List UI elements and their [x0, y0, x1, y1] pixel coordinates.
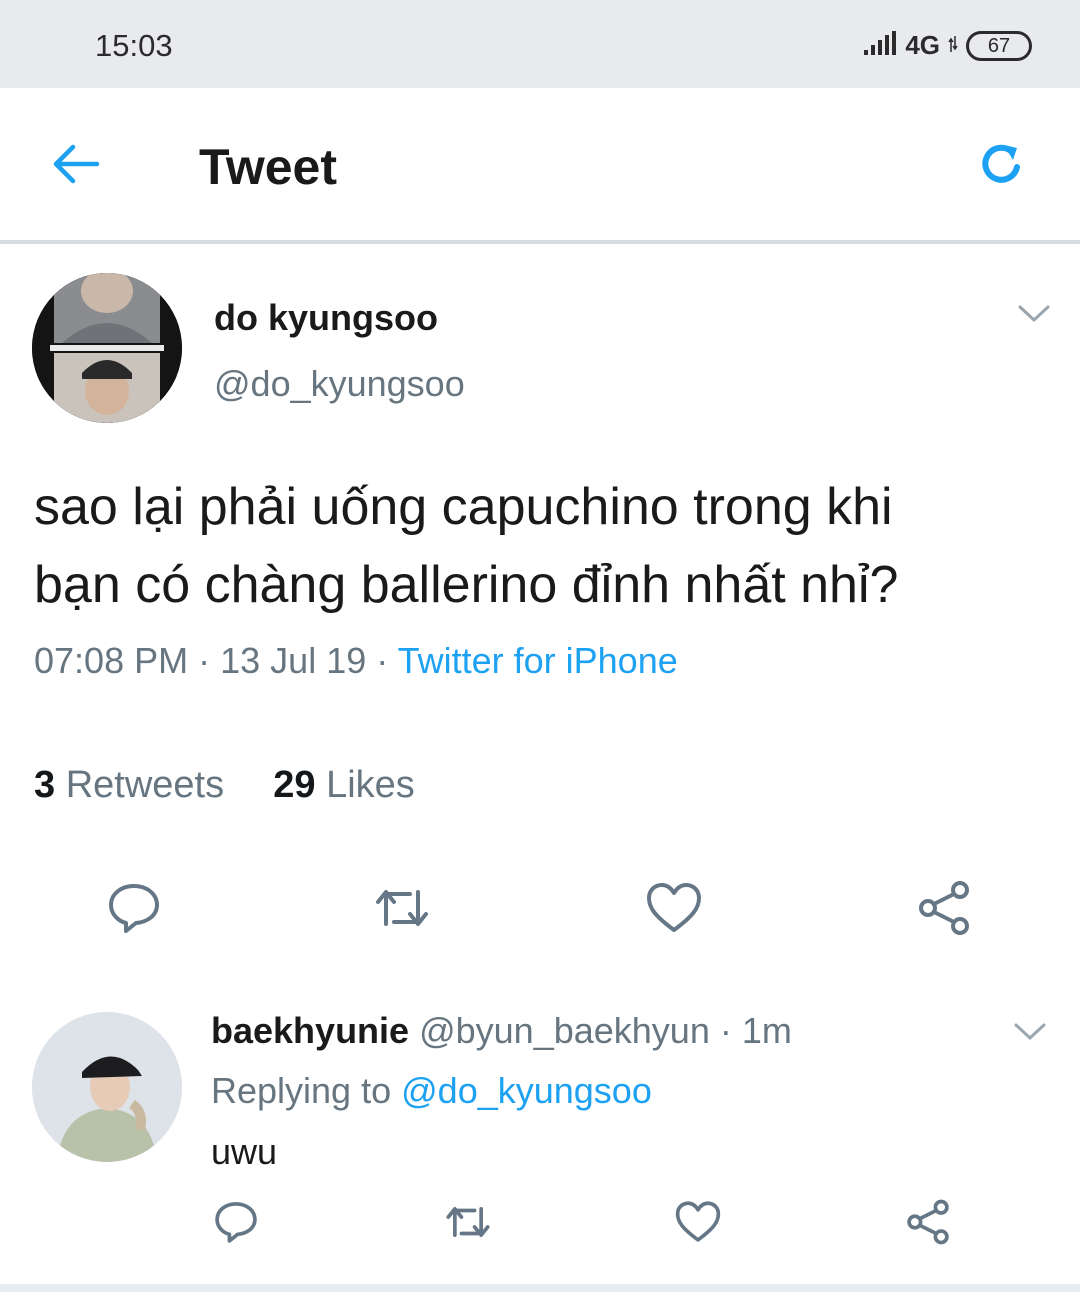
reply-menu-button[interactable] — [1008, 1016, 1052, 1052]
retweets-count: 3 — [34, 764, 56, 806]
likes-count: 29 — [273, 764, 316, 806]
like-button[interactable] — [642, 878, 706, 942]
chevron-down-icon — [1013, 1022, 1047, 1047]
replying-to-mention[interactable]: @do_kyungsoo — [401, 1070, 652, 1111]
refresh-button[interactable] — [970, 136, 1034, 196]
replying-prefix: Replying to — [211, 1070, 392, 1111]
reply-icon — [213, 1199, 259, 1250]
status-time: 15:03 — [95, 28, 173, 63]
reply-author-handle[interactable]: @byun_baekhyun — [419, 1010, 710, 1051]
reply-reply-button[interactable] — [210, 1198, 262, 1250]
reply-like-button[interactable] — [672, 1198, 724, 1250]
share-button[interactable] — [912, 878, 976, 942]
back-button[interactable] — [44, 136, 108, 196]
likes-stat[interactable]: 29 Likes — [273, 764, 415, 806]
tweet-time: 07:08 PM — [34, 640, 189, 681]
tweet-menu-button[interactable] — [1012, 298, 1056, 334]
page-title: Tweet — [199, 139, 337, 195]
reply-text: uwu — [211, 1131, 278, 1172]
reply-icon — [106, 880, 162, 941]
retweet-icon — [372, 880, 432, 941]
tweet-source-link[interactable]: Twitter for iPhone — [398, 640, 678, 681]
heart-icon — [645, 881, 703, 940]
author-name[interactable]: do kyungsoo — [214, 297, 438, 339]
retweets-label: Retweets — [65, 764, 225, 806]
reply-author-avatar[interactable] — [32, 1012, 182, 1162]
meta-separator: · — [719, 1010, 732, 1051]
likes-label: Likes — [326, 764, 415, 806]
reply-header: baekhyunie @byun_baekhyun · 1m — [211, 1010, 792, 1052]
tweet-stats: 3 Retweets 29 Likes — [34, 764, 415, 807]
tweet-text: sao lại phải uống capuchino trong khi bạ… — [34, 468, 1064, 624]
reply-share-button[interactable] — [902, 1198, 954, 1250]
reply-button[interactable] — [102, 878, 166, 942]
reply-time: 1m — [741, 1010, 792, 1051]
meta-separator: · — [376, 640, 389, 681]
status-indicators: 4G 67 — [863, 30, 1032, 61]
author-handle[interactable]: @do_kyungsoo — [214, 363, 465, 405]
share-icon — [905, 1199, 951, 1250]
chevron-down-icon — [1017, 304, 1051, 329]
network-type: 4G — [905, 30, 940, 60]
divider — [0, 1284, 1080, 1292]
tweet-text-line: sao lại phải uống capuchino trong khi — [34, 478, 893, 536]
share-icon — [916, 880, 972, 941]
tweet-date: 13 Jul 19 — [220, 640, 367, 681]
retweet-icon — [443, 1199, 493, 1250]
author-avatar[interactable] — [32, 273, 182, 423]
tweet-text-line: bạn có chàng ballerino đỉnh nhất nhỉ? — [34, 556, 899, 614]
status-bar: 15:03 4G 67 — [0, 0, 1080, 88]
data-activity-icon — [948, 32, 958, 59]
meta-separator: · — [198, 640, 211, 681]
retweet-button[interactable] — [370, 878, 434, 942]
app-bar: Tweet — [0, 88, 1080, 244]
heart-icon — [674, 1200, 722, 1249]
replying-to: Replying to @do_kyungsoo — [211, 1070, 652, 1112]
arrow-left-icon — [51, 142, 101, 191]
refresh-icon — [977, 139, 1027, 194]
reply-retweet-button[interactable] — [442, 1198, 494, 1250]
battery-indicator: 67 — [966, 30, 1032, 61]
tweet-meta: 07:08 PM · 13 Jul 19 · Twitter for iPhon… — [34, 640, 678, 682]
reply-author-name[interactable]: baekhyunie — [211, 1010, 409, 1051]
retweets-stat[interactable]: 3 Retweets — [34, 764, 224, 806]
signal-icon — [863, 30, 897, 61]
